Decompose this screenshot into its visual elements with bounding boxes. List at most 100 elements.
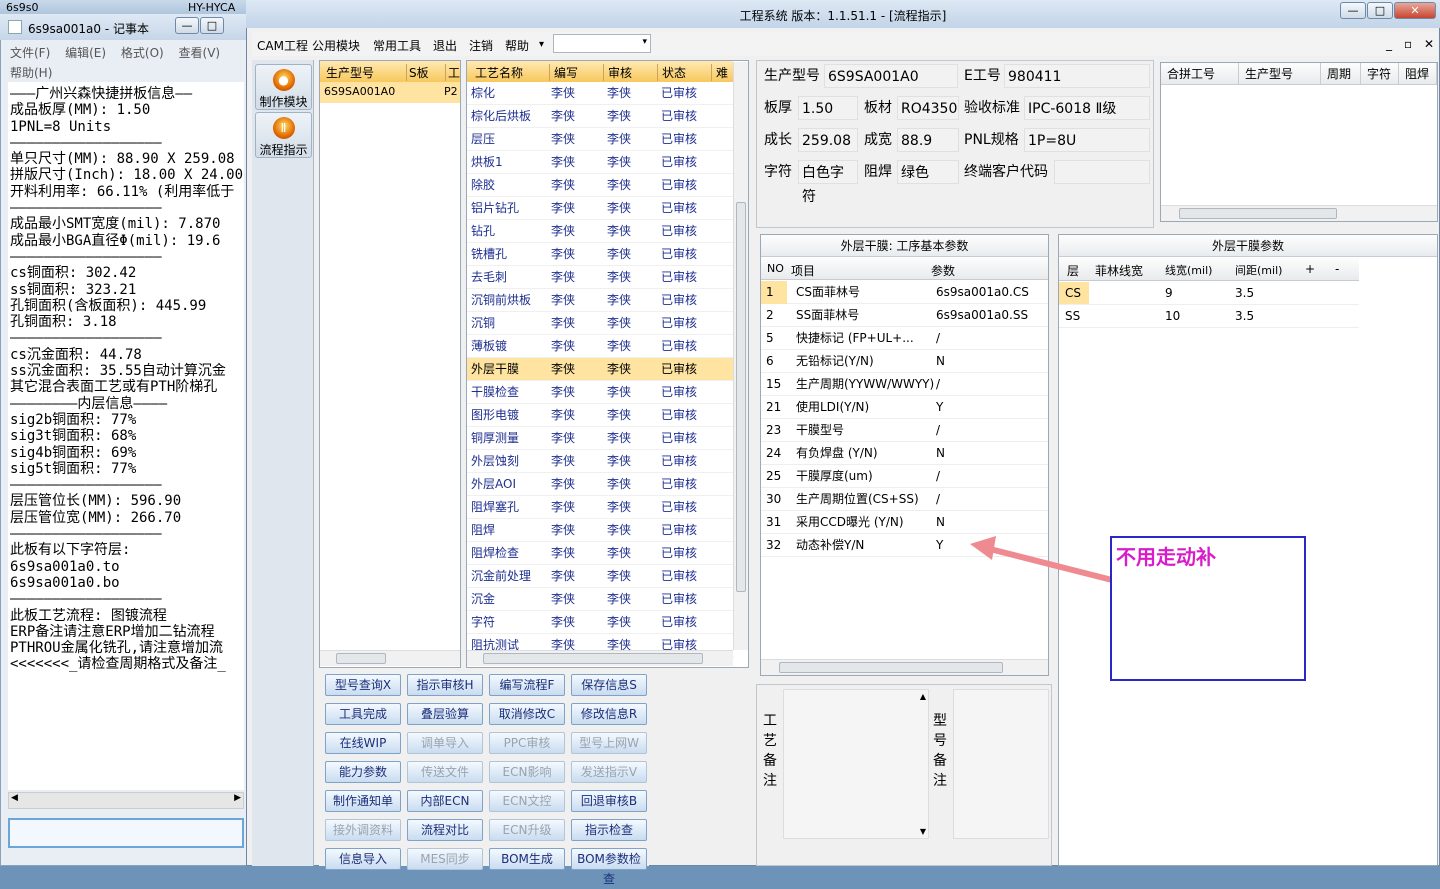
- mdi-minimize-button[interactable]: _: [1386, 37, 1392, 51]
- table-row[interactable]: 烘板1 李侠 李侠 已审核: [467, 151, 734, 174]
- process-grid-vscrollbar[interactable]: [733, 62, 748, 650]
- scroll-thumb[interactable]: [483, 653, 703, 664]
- flow-instruction-button[interactable]: Ⅱ 流程指示: [255, 112, 312, 158]
- scroll-thumb[interactable]: [736, 202, 746, 592]
- notepad-minimize-button[interactable]: —: [175, 17, 199, 34]
- notepad-hscrollbar[interactable]: ◀ ▶: [8, 792, 244, 809]
- action-button[interactable]: ECN文控: [489, 790, 565, 812]
- table-row[interactable]: 钻孔 李侠 李侠 已审核: [467, 220, 734, 243]
- scroll-right-icon[interactable]: ▶: [234, 793, 241, 803]
- make-module-button[interactable]: ● 制作模块: [255, 64, 312, 110]
- chevron-down-icon[interactable]: ▾: [642, 37, 647, 47]
- model-header-model[interactable]: 生产型号: [326, 64, 374, 81]
- pnl-value[interactable]: 1P=8U: [1024, 128, 1150, 152]
- action-button[interactable]: ECN升级: [489, 819, 565, 841]
- action-button[interactable]: 调单导入: [407, 732, 483, 754]
- table-row[interactable]: 5 快捷标记 (FP+UL+... /: [761, 327, 1048, 350]
- menu-cam[interactable]: CAM工程: [257, 37, 308, 54]
- merge-header-char[interactable]: 字符: [1361, 63, 1399, 85]
- strip-left-title[interactable]: 6s9s0: [6, 1, 38, 14]
- minimize-button[interactable]: —: [1340, 2, 1366, 19]
- process-header-difficulty[interactable]: 难: [711, 64, 728, 81]
- model-grid-hscrollbar[interactable]: [320, 650, 460, 666]
- length-value[interactable]: 259.08: [798, 128, 858, 152]
- process-header-reviewer[interactable]: 审核: [603, 64, 657, 81]
- menu-dropdown-icon[interactable]: ▾: [539, 39, 544, 50]
- action-button[interactable]: 工具完成: [325, 703, 401, 725]
- model-memo-field[interactable]: [953, 689, 1049, 839]
- action-button[interactable]: 叠层验算: [407, 703, 483, 725]
- material-value[interactable]: RO4350B: [897, 96, 959, 120]
- menu-help[interactable]: 帮助: [505, 37, 529, 54]
- scroll-up-icon[interactable]: ▲: [920, 692, 926, 701]
- mdi-close-button[interactable]: ✕: [1424, 37, 1434, 51]
- table-row[interactable]: 字符 李侠 李侠 已审核: [467, 611, 734, 634]
- table-row[interactable]: 2 SS面菲林号 6s9sa001a0.SS: [761, 304, 1048, 327]
- notepad-menu-view[interactable]: 查看(V): [179, 46, 221, 60]
- table-row[interactable]: 1 CS面菲林号 6s9sa001a0.CS: [761, 281, 1048, 304]
- model-value[interactable]: 6S9SA001A0: [824, 64, 958, 88]
- scroll-left-icon[interactable]: ◀: [11, 793, 18, 803]
- e-number-value[interactable]: 980411: [1004, 64, 1150, 88]
- table-row[interactable]: 沉金 李侠 李侠 已审核: [467, 588, 734, 611]
- scroll-down-icon[interactable]: ▼: [920, 827, 926, 836]
- action-button[interactable]: 修改信息R: [571, 703, 647, 725]
- table-row[interactable]: 棕化 李侠 李侠 已审核: [467, 82, 734, 105]
- table-row[interactable]: 6S9SA001A0 P2: [320, 82, 460, 103]
- action-button[interactable]: 接外调资料: [325, 819, 401, 841]
- action-button[interactable]: ECN影响: [489, 761, 565, 783]
- menu-logout[interactable]: 注销: [469, 37, 493, 54]
- action-button[interactable]: 信息导入: [325, 848, 401, 870]
- notepad-menu-help[interactable]: 帮助(H): [10, 64, 52, 81]
- close-button[interactable]: ✕: [1394, 2, 1436, 19]
- film-header-param[interactable]: 参数: [931, 262, 955, 279]
- fp-header-space[interactable]: 间距(mil): [1235, 262, 1282, 278]
- table-row[interactable]: 外层干膜 李侠 李侠 已审核: [467, 358, 734, 381]
- action-button[interactable]: 内部ECN: [407, 790, 483, 812]
- action-button[interactable]: 传送文件: [407, 761, 483, 783]
- action-button[interactable]: 指示检查: [571, 819, 647, 841]
- model-header-s[interactable]: S板: [406, 64, 429, 81]
- film-header-no[interactable]: NO: [767, 262, 784, 275]
- process-grid-hscrollbar[interactable]: [467, 650, 733, 666]
- film-header-item[interactable]: 项目: [791, 262, 815, 279]
- merge-header-cycle[interactable]: 周期: [1321, 63, 1361, 85]
- table-row[interactable]: 15 生产周期(YYWW/WWYY) /: [761, 373, 1048, 396]
- char-value[interactable]: 白色字符: [798, 160, 858, 205]
- process-header-status[interactable]: 状态: [657, 64, 711, 81]
- notepad-menu-file[interactable]: 文件(F): [10, 46, 50, 60]
- action-button[interactable]: 保存信息S: [571, 674, 647, 696]
- table-row[interactable]: 外层AOI 李侠 李侠 已审核: [467, 473, 734, 496]
- notepad-menu-format[interactable]: 格式(O): [121, 46, 164, 60]
- table-row[interactable]: 阻焊 李侠 李侠 已审核: [467, 519, 734, 542]
- notepad-menu-edit[interactable]: 编辑(E): [65, 46, 106, 60]
- table-row[interactable]: 干膜检查 李侠 李侠 已审核: [467, 381, 734, 404]
- mdi-restore-button[interactable]: ▫: [1404, 37, 1412, 51]
- table-row[interactable]: 层压 李侠 李侠 已审核: [467, 128, 734, 151]
- merge-header-job[interactable]: 合拼工号: [1161, 63, 1239, 85]
- table-row[interactable]: 铜厚测量 李侠 李侠 已审核: [467, 427, 734, 450]
- table-row[interactable]: 6 无铅标记(Y/N) N: [761, 350, 1048, 373]
- action-button[interactable]: 取消修改C: [489, 703, 565, 725]
- table-row[interactable]: 棕化后烘板 李侠 李侠 已审核: [467, 105, 734, 128]
- merge-header-model[interactable]: 生产型号: [1239, 63, 1321, 85]
- table-row[interactable]: SS 10 3.5: [1059, 305, 1359, 328]
- table-row[interactable]: 25 干膜厚度(um) /: [761, 465, 1048, 488]
- action-button[interactable]: 指示审核H: [407, 674, 483, 696]
- process-header-writer[interactable]: 编写: [549, 64, 603, 81]
- table-row[interactable]: 铣槽孔 李侠 李侠 已审核: [467, 243, 734, 266]
- table-row[interactable]: 阻焊检查 李侠 李侠 已审核: [467, 542, 734, 565]
- action-button[interactable]: 制作通知单: [325, 790, 401, 812]
- action-button[interactable]: 型号查询X: [325, 674, 401, 696]
- fp-header-layer[interactable]: 层: [1067, 262, 1079, 279]
- maximize-button[interactable]: □: [1367, 2, 1393, 19]
- table-row[interactable]: 23 干膜型号 /: [761, 419, 1048, 442]
- table-row[interactable]: 外层蚀刻 李侠 李侠 已审核: [467, 450, 734, 473]
- action-button[interactable]: BOM生成: [489, 848, 565, 870]
- process-memo-field[interactable]: ▲ ▼: [783, 689, 929, 839]
- scroll-thumb[interactable]: [779, 662, 1003, 673]
- merge-header-mask[interactable]: 阻焊: [1399, 63, 1437, 85]
- menu-combo-box[interactable]: ▾: [553, 34, 651, 53]
- action-button[interactable]: 流程对比: [407, 819, 483, 841]
- table-row[interactable]: CS 9 3.5: [1059, 282, 1359, 305]
